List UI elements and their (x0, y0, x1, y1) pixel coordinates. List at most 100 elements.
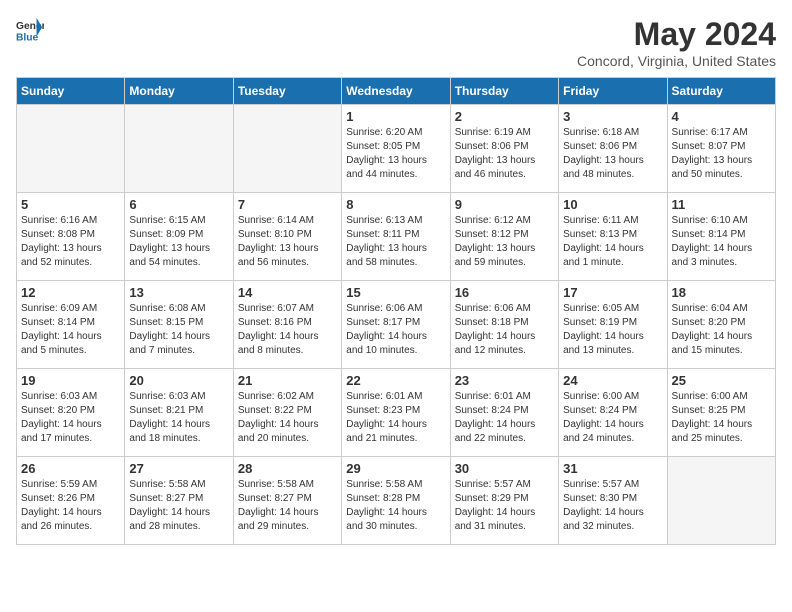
day-number: 5 (21, 197, 120, 212)
calendar-cell: 31Sunrise: 5:57 AMSunset: 8:30 PMDayligh… (559, 457, 667, 545)
cell-info: Sunrise: 6:10 AMSunset: 8:14 PMDaylight:… (672, 214, 771, 270)
cell-info: Sunrise: 6:07 AMSunset: 8:16 PMDaylight:… (238, 302, 337, 358)
calendar-cell: 30 Sunrise: 5:57 AMSunset: 8:29 PMDayligh… (450, 457, 558, 545)
calendar-cell (125, 105, 233, 193)
day-number: 13 (129, 285, 228, 300)
day-number: 11 (672, 197, 771, 212)
calendar-cell: 5 Sunrise: 6:16 AMSunset: 8:08 PMDaylight… (17, 193, 125, 281)
calendar-cell: 2 Sunrise: 6:19 AMSunset: 8:06 PMDaylight… (450, 105, 558, 193)
calendar-cell: 15 Sunrise: 6:06 AMSunset: 8:17 PMDayligh… (342, 281, 450, 369)
calendar-cell (17, 105, 125, 193)
cell-info: Sunrise: 6:15 AMSunset: 8:09 PMDaylight:… (129, 214, 228, 270)
day-number: 30 (455, 461, 554, 476)
day-number: 19 (21, 373, 120, 388)
calendar-cell: 18 Sunrise: 6:04 AMSunset: 8:20 PMDayligh… (667, 281, 775, 369)
day-number: 8 (346, 197, 445, 212)
calendar-cell: 11 Sunrise: 6:10 AMSunset: 8:14 PMDayligh… (667, 193, 775, 281)
calendar-cell: 4Sunrise: 6:17 AMSunset: 8:07 PMDaylight… (667, 105, 775, 193)
calendar-cell: 17Sunrise: 6:05 AMSunset: 8:19 PMDayligh… (559, 281, 667, 369)
header-thursday: Thursday (450, 78, 558, 105)
location-subtitle: Concord, Virginia, United States (577, 53, 776, 69)
calendar-cell: 8Sunrise: 6:13 AMSunset: 8:11 PMDaylight… (342, 193, 450, 281)
calendar-cell: 13 Sunrise: 6:08 AMSunset: 8:15 PMDayligh… (125, 281, 233, 369)
cell-info: Sunrise: 6:09 AMSunset: 8:14 PMDaylight:… (21, 302, 120, 358)
calendar-cell: 21 Sunrise: 6:02 AMSunset: 8:22 PMDayligh… (233, 369, 341, 457)
day-number: 15 (346, 285, 445, 300)
day-number: 23 (455, 373, 554, 388)
day-number: 1 (346, 109, 445, 124)
day-number: 20 (129, 373, 228, 388)
month-year-title: May 2024 (577, 16, 776, 53)
day-number: 29 (346, 461, 445, 476)
calendar-week-1: 1 Sunrise: 6:20 AMSunset: 8:05 PMDaylight… (17, 105, 776, 193)
calendar-header-row: Sunday Monday Tuesday Wednesday Thursday… (17, 78, 776, 105)
day-number: 28 (238, 461, 337, 476)
cell-info: Sunrise: 6:01 AMSunset: 8:23 PMDaylight:… (346, 390, 445, 446)
logo-icon: General Blue (16, 16, 44, 44)
cell-info: Sunrise: 6:12 AMSunset: 8:12 PMDaylight:… (455, 214, 554, 270)
svg-text:Blue: Blue (16, 32, 39, 43)
calendar-cell: 22Sunrise: 6:01 AMSunset: 8:23 PMDayligh… (342, 369, 450, 457)
calendar-cell: 24 Sunrise: 6:00 AMSunset: 8:24 PMDayligh… (559, 369, 667, 457)
day-number: 2 (455, 109, 554, 124)
calendar-week-5: 26 Sunrise: 5:59 AMSunset: 8:26 PMDayligh… (17, 457, 776, 545)
day-number: 17 (563, 285, 662, 300)
cell-info: Sunrise: 6:08 AMSunset: 8:15 PMDaylight:… (129, 302, 228, 358)
cell-info: Sunrise: 5:57 AMSunset: 8:29 PMDaylight:… (455, 478, 554, 534)
day-number: 24 (563, 373, 662, 388)
day-number: 3 (563, 109, 662, 124)
cell-info: Sunrise: 6:18 AMSunset: 8:06 PMDaylight:… (563, 126, 662, 182)
header: General Blue May 2024 Concord, Virginia,… (16, 16, 776, 69)
day-number: 9 (455, 197, 554, 212)
day-number: 6 (129, 197, 228, 212)
day-number: 14 (238, 285, 337, 300)
day-number: 26 (21, 461, 120, 476)
header-wednesday: Wednesday (342, 78, 450, 105)
cell-info: Sunrise: 6:03 AMSunset: 8:20 PMDaylight:… (21, 390, 120, 446)
calendar-cell: 29 Sunrise: 5:58 AMSunset: 8:28 PMDayligh… (342, 457, 450, 545)
calendar-cell: 9 Sunrise: 6:12 AMSunset: 8:12 PMDaylight… (450, 193, 558, 281)
cell-info: Sunrise: 6:06 AMSunset: 8:17 PMDaylight:… (346, 302, 445, 358)
day-number: 4 (672, 109, 771, 124)
cell-info: Sunrise: 6:00 AMSunset: 8:25 PMDaylight:… (672, 390, 771, 446)
calendar-cell: 25 Sunrise: 6:00 AMSunset: 8:25 PMDayligh… (667, 369, 775, 457)
cell-info: Sunrise: 5:58 AMSunset: 8:28 PMDaylight:… (346, 478, 445, 534)
calendar-cell: 10 Sunrise: 6:11 AMSunset: 8:13 PMDayligh… (559, 193, 667, 281)
day-number: 18 (672, 285, 771, 300)
cell-info: Sunrise: 6:03 AMSunset: 8:21 PMDaylight:… (129, 390, 228, 446)
calendar-week-2: 5 Sunrise: 6:16 AMSunset: 8:08 PMDaylight… (17, 193, 776, 281)
cell-info: Sunrise: 5:58 AMSunset: 8:27 PMDaylight:… (238, 478, 337, 534)
day-number: 12 (21, 285, 120, 300)
calendar-cell: 7 Sunrise: 6:14 AMSunset: 8:10 PMDaylight… (233, 193, 341, 281)
calendar-cell: 26 Sunrise: 5:59 AMSunset: 8:26 PMDayligh… (17, 457, 125, 545)
title-area: May 2024 Concord, Virginia, United State… (577, 16, 776, 69)
cell-info: Sunrise: 6:20 AMSunset: 8:05 PMDaylight:… (346, 126, 445, 182)
cell-info: Sunrise: 6:04 AMSunset: 8:20 PMDaylight:… (672, 302, 771, 358)
header-saturday: Saturday (667, 78, 775, 105)
calendar-week-4: 19 Sunrise: 6:03 AMSunset: 8:20 PMDayligh… (17, 369, 776, 457)
calendar-cell: 6 Sunrise: 6:15 AMSunset: 8:09 PMDaylight… (125, 193, 233, 281)
calendar-cell: 12 Sunrise: 6:09 AMSunset: 8:14 PMDayligh… (17, 281, 125, 369)
day-number: 25 (672, 373, 771, 388)
cell-info: Sunrise: 6:01 AMSunset: 8:24 PMDaylight:… (455, 390, 554, 446)
calendar-cell (667, 457, 775, 545)
cell-info: Sunrise: 5:59 AMSunset: 8:26 PMDaylight:… (21, 478, 120, 534)
cell-info: Sunrise: 6:02 AMSunset: 8:22 PMDaylight:… (238, 390, 337, 446)
day-number: 7 (238, 197, 337, 212)
cell-info: Sunrise: 5:58 AMSunset: 8:27 PMDaylight:… (129, 478, 228, 534)
header-monday: Monday (125, 78, 233, 105)
cell-info: Sunrise: 6:14 AMSunset: 8:10 PMDaylight:… (238, 214, 337, 270)
calendar-cell: 3 Sunrise: 6:18 AMSunset: 8:06 PMDaylight… (559, 105, 667, 193)
header-sunday: Sunday (17, 78, 125, 105)
cell-info: Sunrise: 6:19 AMSunset: 8:06 PMDaylight:… (455, 126, 554, 182)
day-number: 21 (238, 373, 337, 388)
calendar-cell: 16Sunrise: 6:06 AMSunset: 8:18 PMDayligh… (450, 281, 558, 369)
day-number: 10 (563, 197, 662, 212)
cell-info: Sunrise: 6:00 AMSunset: 8:24 PMDaylight:… (563, 390, 662, 446)
calendar-cell: 27Sunrise: 5:58 AMSunset: 8:27 PMDayligh… (125, 457, 233, 545)
day-number: 16 (455, 285, 554, 300)
header-friday: Friday (559, 78, 667, 105)
cell-info: Sunrise: 6:16 AMSunset: 8:08 PMDaylight:… (21, 214, 120, 270)
cell-info: Sunrise: 6:11 AMSunset: 8:13 PMDaylight:… (563, 214, 662, 270)
calendar-table: Sunday Monday Tuesday Wednesday Thursday… (16, 77, 776, 545)
